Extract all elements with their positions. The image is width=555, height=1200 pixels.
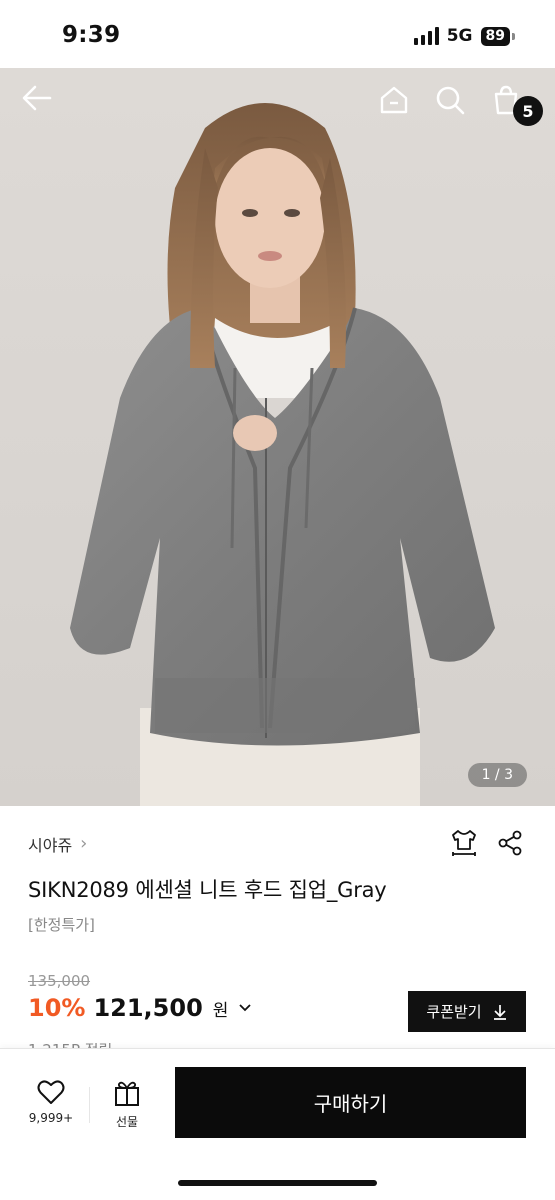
shirt-size-icon xyxy=(452,830,476,856)
chevron-down-icon xyxy=(239,1004,252,1012)
gallery-page-indicator: 1 / 3 xyxy=(467,763,527,787)
product-image-gallery[interactable]: 5 1 / 3 xyxy=(0,68,555,806)
price-detail-toggle[interactable] xyxy=(238,1003,252,1013)
search-icon xyxy=(436,86,465,115)
home-indicator xyxy=(178,1180,377,1186)
brand-link[interactable]: 시야쥬 › xyxy=(28,832,87,856)
battery-level: 89 xyxy=(480,26,510,46)
brand-name: 시야쥬 xyxy=(28,836,73,855)
product-tag: [한정특가] xyxy=(28,916,95,934)
price-row: 10% 121,500 원 xyxy=(28,994,252,1022)
gift-label: 선물 xyxy=(115,1115,139,1129)
gift-icon xyxy=(115,1081,139,1106)
bottom-action-bar: 9,999+ 선물 구매하기 xyxy=(0,1048,555,1200)
original-price: 135,000 xyxy=(28,972,91,990)
share-icon xyxy=(498,830,522,856)
heart-icon xyxy=(37,1080,65,1104)
coupon-download-button[interactable]: 쿠폰받기 xyxy=(408,991,526,1032)
gift-button[interactable]: 선물 xyxy=(96,1079,158,1130)
chevron-right-icon: › xyxy=(80,833,88,854)
product-actions xyxy=(449,828,525,858)
status-bar: 9:39 5G 89 xyxy=(0,0,555,68)
download-icon xyxy=(493,1004,506,1020)
like-button[interactable]: 9,999+ xyxy=(18,1079,84,1125)
discount-rate: 10% xyxy=(28,994,86,1022)
back-button[interactable] xyxy=(22,84,66,124)
like-count: 9,999+ xyxy=(28,1111,74,1125)
status-time: 9:39 xyxy=(62,22,121,48)
status-indicators: 5G 89 xyxy=(413,26,515,46)
home-icon xyxy=(380,86,408,114)
product-title: SIKN2089 에센셜 니트 후드 집업_Gray xyxy=(28,878,387,902)
action-divider xyxy=(89,1087,90,1123)
cart-count-badge: 5 xyxy=(513,96,543,126)
product-nav-bar: 5 xyxy=(0,68,555,140)
arrow-left-icon xyxy=(22,85,52,111)
product-photo xyxy=(70,103,495,806)
size-guide-button[interactable] xyxy=(449,828,479,858)
network-type: 5G xyxy=(446,26,473,46)
share-button[interactable] xyxy=(495,828,525,858)
signal-icon xyxy=(413,27,439,45)
search-button[interactable] xyxy=(434,84,474,124)
sale-price: 121,500 xyxy=(93,994,203,1022)
battery-icon: 89 xyxy=(480,26,515,46)
buy-button[interactable]: 구매하기 xyxy=(175,1067,526,1138)
currency-label: 원 xyxy=(212,1000,229,1021)
home-button[interactable] xyxy=(378,84,418,124)
coupon-label: 쿠폰받기 xyxy=(426,1003,482,1021)
